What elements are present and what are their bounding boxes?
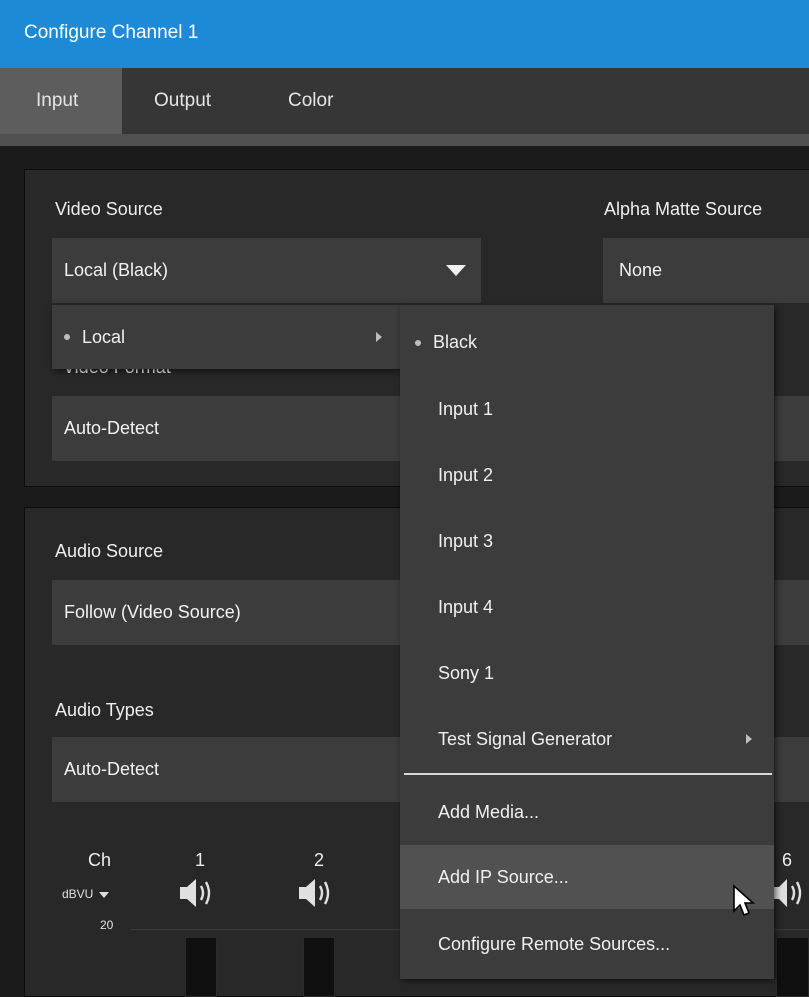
menu-item-input-3[interactable]: Input 3 [400, 508, 774, 574]
video-source-dropdown[interactable]: Local (Black) [52, 238, 481, 303]
menu-item-test-signal-generator[interactable]: Test Signal Generator [400, 706, 774, 772]
channel-header-label: Ch [88, 850, 112, 870]
submenu-arrow-icon [376, 332, 382, 342]
video-source-label: Video Source [55, 199, 163, 219]
channel-fader[interactable] [303, 937, 335, 997]
menu-item-label: Configure Remote Sources... [438, 933, 671, 954]
audio-source-label: Audio Source [55, 541, 164, 561]
audio-source-value: Follow (Video Source) [64, 602, 241, 622]
tab-input[interactable]: Input [0, 68, 122, 134]
chevron-down-icon [446, 265, 466, 276]
channel-number: 1 [195, 850, 206, 870]
tab-output[interactable]: Output [138, 68, 227, 134]
local-submenu: Black Input 1 Input 2 Input 3 Input 4 So… [400, 305, 774, 979]
menu-item-input-1[interactable]: Input 1 [400, 376, 774, 442]
speaker-icon[interactable] [296, 874, 342, 912]
menu-item-add-media[interactable]: Add Media... [400, 779, 774, 845]
alpha-matte-value: None [619, 260, 663, 280]
menu-item-label: Add Media... [438, 801, 540, 822]
mouse-cursor-icon [733, 884, 756, 917]
audio-types-label: Audio Types [55, 700, 154, 720]
bullet-icon [64, 334, 70, 340]
menu-item-sony-1[interactable]: Sony 1 [400, 640, 774, 706]
tab-underline-strip [0, 134, 809, 146]
channel-number: 2 [314, 850, 325, 870]
video-format-value: Auto-Detect [64, 418, 160, 438]
menu-separator [404, 773, 772, 775]
menu-item-configure-remote-sources[interactable]: Configure Remote Sources... [400, 911, 774, 977]
title-bar: Configure Channel 1 [0, 0, 809, 68]
menu-item-label: Input 1 [438, 398, 494, 419]
menu-item-black[interactable]: Black [400, 309, 774, 376]
speaker-icon[interactable] [773, 874, 809, 912]
chevron-down-icon [98, 891, 109, 898]
menu-item-label: Black [433, 332, 478, 352]
menu-item-add-ip-source[interactable]: Add IP Source... [400, 845, 774, 909]
unit-selector[interactable]: dBVU [62, 887, 109, 901]
menu-item-label: Input 4 [438, 596, 494, 617]
tab-color[interactable]: Color [272, 68, 349, 134]
menu-item-label: Add IP Source... [438, 866, 569, 887]
video-source-value: Local (Black) [64, 260, 169, 280]
meter-scale-top: 20 [100, 918, 114, 932]
submenu-arrow-icon [746, 734, 752, 744]
menu-item-input-2[interactable]: Input 2 [400, 442, 774, 508]
alpha-matte-label: Alpha Matte Source [604, 199, 763, 219]
menu-item-label: Local [82, 326, 126, 347]
menu-item-label: Input 2 [438, 464, 494, 485]
channel-fader[interactable] [776, 937, 809, 997]
audio-types-value: Auto-Detect [64, 759, 160, 779]
menu-item-label: Input 3 [438, 530, 494, 551]
source-menu: Local [52, 305, 400, 369]
menu-item-label: Sony 1 [438, 662, 495, 683]
menu-item-input-4[interactable]: Input 4 [400, 574, 774, 640]
window-title: Configure Channel 1 [24, 22, 199, 43]
channel-fader[interactable] [185, 937, 217, 997]
tab-bar: Input Output Color [0, 68, 809, 134]
channel-number: 6 [782, 850, 793, 870]
unit-label: dBVU [62, 887, 94, 901]
menu-item-label: Test Signal Generator [438, 728, 613, 749]
speaker-icon[interactable] [177, 874, 223, 912]
alpha-matte-dropdown[interactable]: None [603, 238, 809, 303]
menu-item-local[interactable]: Local [52, 305, 400, 369]
selected-bullet-icon [415, 339, 421, 346]
